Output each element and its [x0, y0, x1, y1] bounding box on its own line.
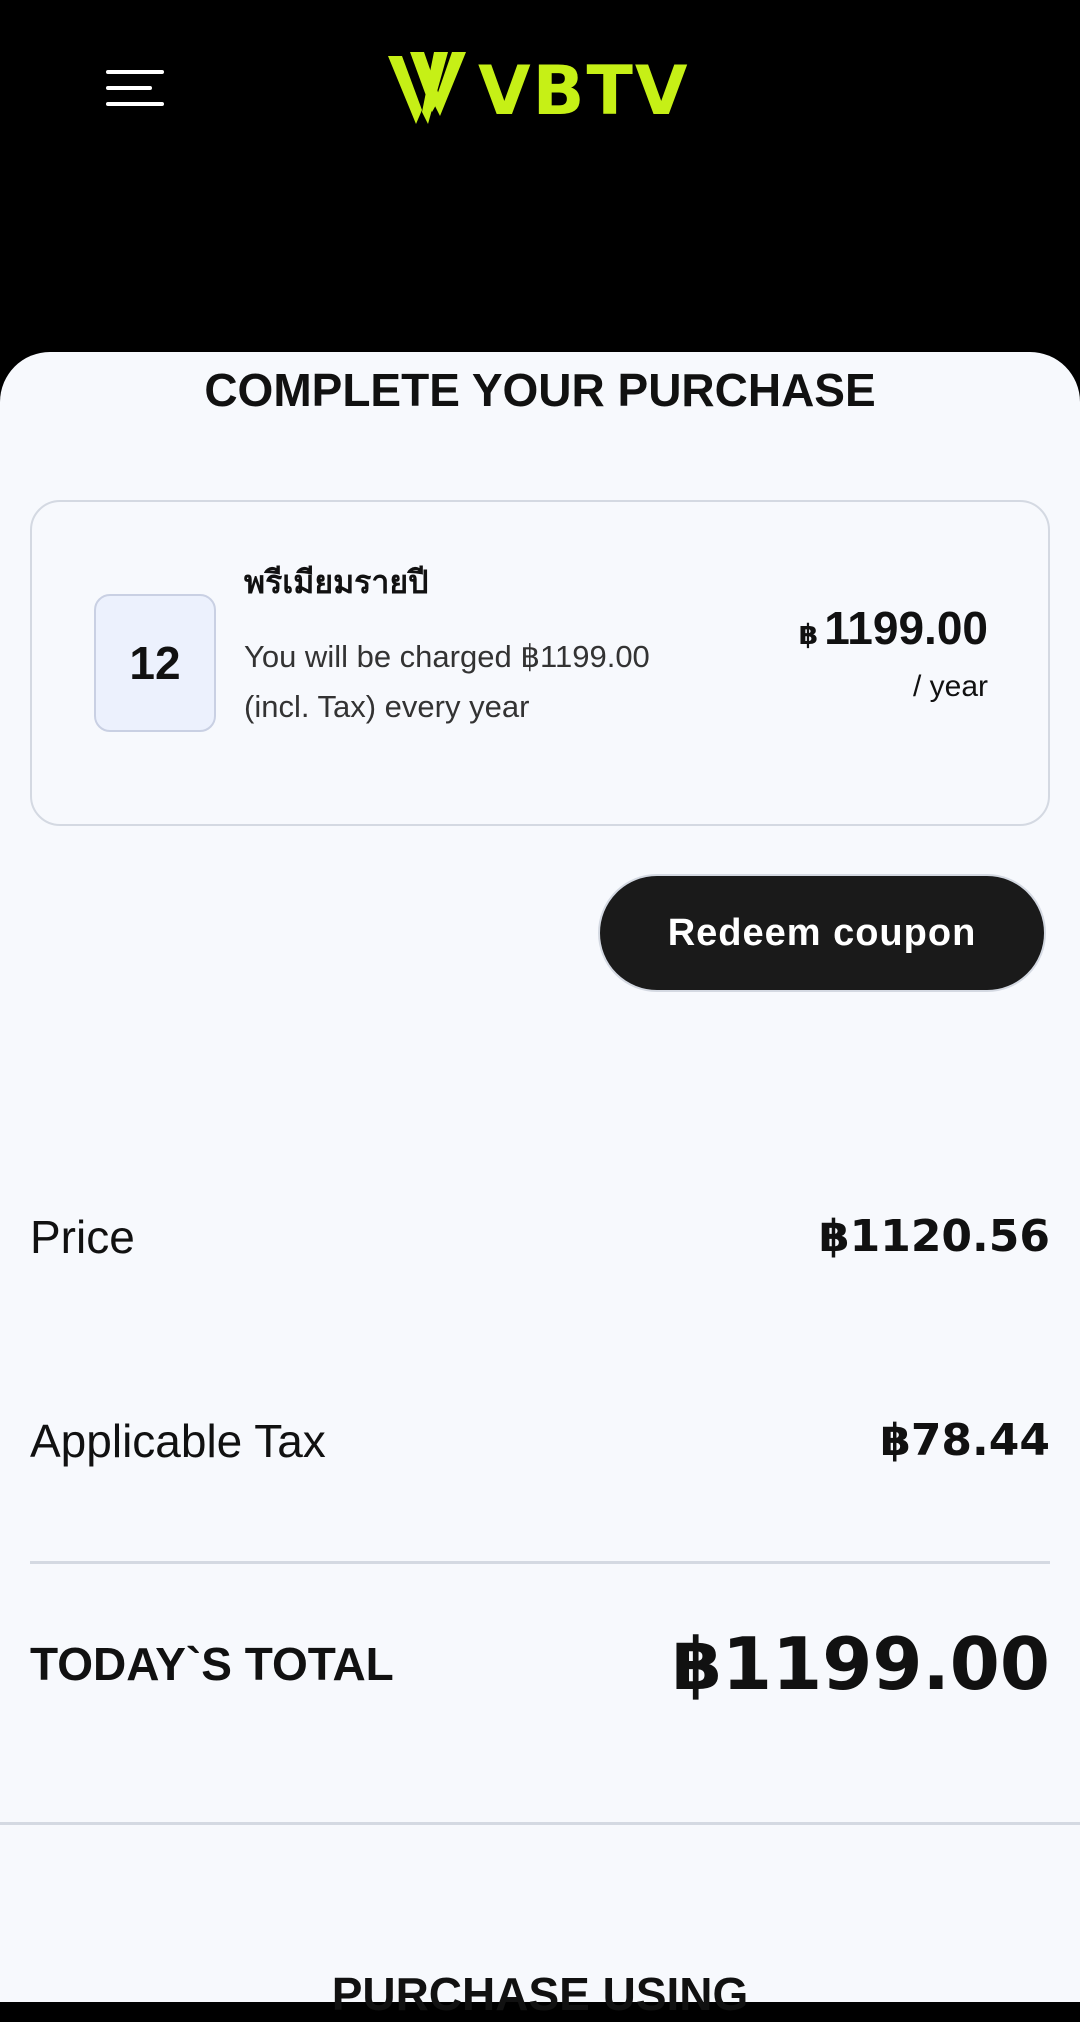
plan-card[interactable]: 12 พรีเมียมรายปี You will be charged ฿11…: [30, 500, 1050, 826]
vbtv-logo[interactable]: VBTV: [388, 50, 698, 130]
plan-currency-symbol: ฿: [798, 618, 819, 651]
price-label: Price: [30, 1211, 135, 1263]
page-title: COMPLETE YOUR PURCHASE: [204, 364, 876, 416]
summary-divider: [30, 1561, 1050, 1564]
plan-months-badge: 12: [94, 594, 216, 732]
plan-name: พรีเมียมรายปี: [244, 563, 429, 601]
price-value: ฿1120.56: [818, 1211, 1050, 1262]
purchase-using-heading: PURCHASE USING: [331, 1968, 749, 2020]
section-divider: [0, 1822, 1080, 1825]
total-value: ฿1199.00: [671, 1622, 1050, 1706]
hamburger-menu-icon[interactable]: [96, 56, 176, 120]
vbtv-logo-mark-icon: [388, 52, 466, 124]
tax-label: Applicable Tax: [30, 1415, 326, 1467]
logo-text: VBTV: [478, 52, 690, 131]
tax-value: ฿78.44: [880, 1415, 1050, 1466]
total-label: TODAY`S TOTAL: [30, 1638, 394, 1690]
plan-price-amount: 1199.00: [824, 602, 988, 654]
plan-price: ฿ 1199.00: [799, 600, 988, 656]
tax-row: Applicable Tax ฿78.44: [30, 1406, 1050, 1476]
price-row: Price ฿1120.56: [30, 1202, 1050, 1272]
plan-period: / year: [912, 670, 988, 703]
purchase-sheet: COMPLETE YOUR PURCHASE 12 พรีเมียมรายปี …: [0, 352, 1080, 2020]
app-header: VBTV: [0, 0, 1080, 360]
plan-description: You will be charged ฿1199.00 (incl. Tax)…: [244, 639, 650, 724]
total-row: TODAY`S TOTAL ฿1199.00: [30, 1614, 1050, 1714]
redeem-coupon-button[interactable]: Redeem coupon: [598, 874, 1046, 992]
